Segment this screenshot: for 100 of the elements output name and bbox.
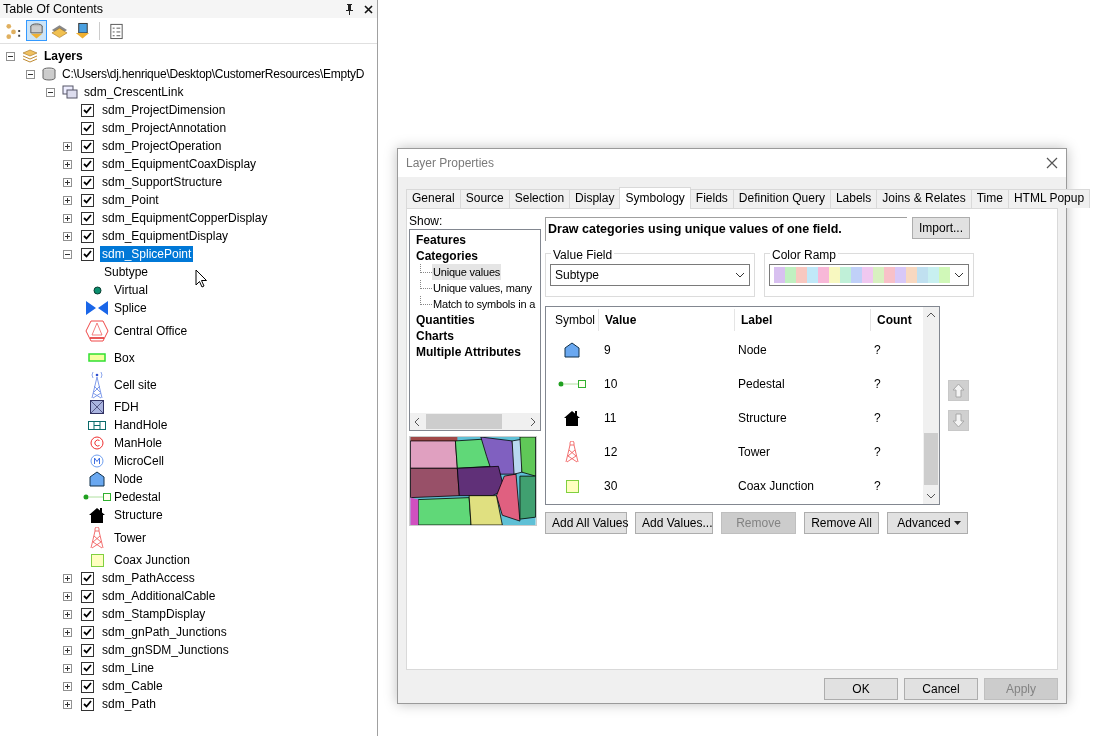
renderer-option[interactable]: Unique values	[432, 264, 502, 280]
layer-name[interactable]: sdm_ProjectDimension	[100, 102, 228, 118]
checkbox[interactable]	[81, 625, 94, 639]
layer-name[interactable]: sdm_AdditionalCable	[100, 588, 218, 604]
column-header[interactable]: Label	[734, 309, 870, 331]
checkbox[interactable]	[81, 571, 94, 585]
dialog-button[interactable]: OK	[824, 678, 898, 700]
checkbox[interactable]	[81, 247, 94, 261]
expand-icon[interactable]	[63, 591, 72, 601]
checkbox[interactable]	[81, 175, 94, 189]
expand-icon[interactable]	[63, 609, 72, 619]
table-cell-text: Node	[737, 342, 768, 359]
tab[interactable]: HTML Popup	[1007, 189, 1091, 208]
list-button[interactable]: Add All Values	[545, 512, 627, 534]
layer-name[interactable]: sdm_Point	[100, 192, 161, 208]
expand-icon[interactable]	[63, 627, 72, 637]
checkbox[interactable]	[81, 607, 94, 621]
pedestal-icon	[83, 492, 111, 502]
layer-name[interactable]: sdm_SplicePoint	[100, 246, 194, 262]
group-layer-name[interactable]: sdm_CrescentLink	[82, 84, 186, 100]
vertical-scrollbar[interactable]	[923, 307, 939, 504]
layer-name[interactable]: sdm_EquipmentCopperDisplay	[100, 210, 270, 226]
renderer-category[interactable]: Multiple Attributes	[416, 345, 521, 359]
list-button[interactable]: Remove All	[804, 512, 879, 534]
checkbox[interactable]	[81, 121, 94, 135]
renderer-option[interactable]: Match to symbols in a	[432, 296, 537, 312]
renderer-category[interactable]: Features	[416, 233, 467, 247]
expand-icon[interactable]	[63, 699, 72, 709]
hexagon-icon	[85, 319, 109, 342]
checkbox[interactable]	[81, 211, 94, 225]
checkbox[interactable]	[81, 661, 94, 675]
checkbox[interactable]	[81, 697, 94, 711]
layer-name[interactable]: sdm_gnPath_Junctions	[100, 624, 229, 640]
renderer-category[interactable]: Charts	[416, 329, 454, 343]
layer-name[interactable]: sdm_EquipmentCoaxDisplay	[100, 156, 259, 172]
expand-icon[interactable]	[63, 195, 72, 205]
collapse-icon[interactable]	[6, 51, 15, 61]
collapse-icon[interactable]	[26, 69, 35, 79]
expand-icon[interactable]	[63, 213, 72, 223]
list-button[interactable]: Advanced	[887, 512, 968, 534]
table-cell-text: Pedestal	[737, 376, 786, 393]
layer-name[interactable]: sdm_gnSDM_Junctions	[100, 642, 231, 658]
expand-icon[interactable]	[63, 681, 72, 691]
close-icon[interactable]	[1046, 157, 1058, 169]
tab[interactable]: Definition Query	[732, 189, 831, 208]
scroll-thumb[interactable]	[426, 414, 502, 429]
checkbox[interactable]	[81, 643, 94, 657]
data-frame-name[interactable]: Layers	[42, 48, 85, 64]
checkbox[interactable]	[81, 157, 94, 171]
layer-name[interactable]: sdm_ProjectOperation	[100, 138, 224, 154]
import-button[interactable]: Import...	[912, 217, 970, 239]
table-cell-text: Coax Junction	[737, 478, 816, 495]
collapse-icon[interactable]	[46, 87, 55, 97]
expand-icon[interactable]	[63, 231, 72, 241]
chevron-down-icon	[735, 272, 745, 278]
dialog-title: Layer Properties	[406, 155, 496, 172]
checkbox[interactable]	[81, 229, 94, 243]
renderer-category[interactable]: Quantities	[416, 313, 475, 327]
tab[interactable]: Symbology	[619, 187, 691, 209]
legend-label: HandHole	[114, 417, 168, 434]
collapse-icon[interactable]	[63, 249, 72, 259]
list-button[interactable]: Add Values...	[635, 512, 713, 534]
column-header[interactable]: Symbol	[546, 309, 598, 331]
renderer-option[interactable]: Unique values, many	[432, 280, 533, 296]
layer-name[interactable]: sdm_Cable	[100, 678, 165, 694]
close-icon[interactable]	[364, 4, 373, 14]
expand-icon[interactable]	[63, 645, 72, 655]
layer-name[interactable]: sdm_EquipmentDisplay	[100, 228, 231, 244]
column-header[interactable]: Value	[598, 309, 734, 331]
horizontal-scrollbar[interactable]	[410, 413, 540, 430]
expand-icon[interactable]	[63, 663, 72, 673]
toolbar-button[interactable]	[26, 20, 47, 41]
column-header[interactable]: Count	[870, 309, 922, 331]
expand-icon[interactable]	[63, 177, 72, 187]
expand-icon[interactable]	[63, 141, 72, 151]
checkbox[interactable]	[81, 589, 94, 603]
checkbox[interactable]	[81, 193, 94, 207]
scroll-thumb[interactable]	[924, 433, 938, 485]
layer-name[interactable]: sdm_ProjectAnnotation	[100, 120, 229, 136]
table-cell-text: Tower	[737, 444, 771, 461]
layer-name[interactable]: sdm_StampDisplay	[100, 606, 208, 622]
color-ramp-dropdown[interactable]	[769, 264, 969, 286]
layer-name[interactable]: sdm_Path	[100, 696, 159, 712]
ring-icon	[90, 436, 104, 450]
layer-name[interactable]: sdm_PathAccess	[100, 570, 197, 586]
dialog-button[interactable]: Cancel	[904, 678, 978, 700]
value-field-dropdown[interactable]: Subtype	[550, 264, 750, 286]
split-rectangle-icon	[88, 420, 106, 430]
checkbox[interactable]	[81, 139, 94, 153]
renderer-category[interactable]: Categories	[416, 249, 479, 263]
pin-icon[interactable]	[345, 3, 354, 15]
database-path[interactable]: C:\Users\dj.henrique\Desktop\CustomerResources\EmptyD	[60, 66, 367, 82]
tab[interactable]: General	[406, 189, 461, 208]
checkbox[interactable]	[81, 103, 94, 117]
expand-icon[interactable]	[63, 159, 72, 169]
expand-icon[interactable]	[63, 573, 72, 583]
checkbox[interactable]	[81, 679, 94, 693]
layer-name[interactable]: sdm_Line	[100, 660, 157, 676]
tab[interactable]: Display	[569, 189, 621, 208]
layer-name[interactable]: sdm_SupportStructure	[100, 174, 225, 190]
